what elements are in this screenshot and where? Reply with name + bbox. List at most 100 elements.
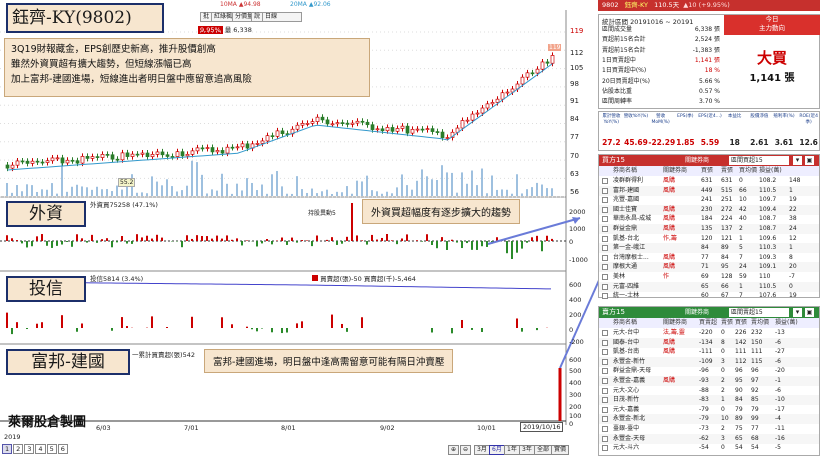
table-row[interactable]: 群益金鼎-天母 -96 0 96 96 -20 xyxy=(599,366,819,376)
column-header[interactable]: 買張 xyxy=(735,318,747,328)
tab[interactable]: 4 xyxy=(35,444,46,454)
table-row[interactable]: 美林 作 69 128 59 110 -7 xyxy=(599,272,819,282)
row-checkbox[interactable] xyxy=(602,378,608,384)
table-row[interactable]: 凱基-台南 風購 -111 0 111 111 -27 xyxy=(599,347,819,357)
row-checkbox[interactable] xyxy=(602,178,608,184)
table-row[interactable]: 國泰-台中 風購 -134 8 142 150 -6 xyxy=(599,337,819,348)
range-button[interactable]: 3月 xyxy=(474,445,490,455)
row-checkbox[interactable] xyxy=(602,197,608,204)
column-header[interactable]: 賣張 xyxy=(721,166,733,176)
table-cell: 449 xyxy=(701,186,713,194)
table-row[interactable]: 凱基-台北 作,籌 120 121 1 109.6 12 xyxy=(599,234,819,244)
chevron-down-icon[interactable]: ▾ xyxy=(793,308,802,317)
row-checkbox[interactable] xyxy=(602,406,608,413)
foreign-bar xyxy=(461,241,463,249)
row-checkbox[interactable] xyxy=(602,254,608,261)
table-row[interactable]: 國士佳寶 風購 230 272 42 109.4 22 xyxy=(599,204,819,215)
table-row[interactable]: 統一-士林 60 67 7 107.6 19 xyxy=(599,291,819,301)
table-row[interactable]: 凌群群得利 風購 631 631 0 108.2 148 xyxy=(599,176,819,186)
row-checkbox[interactable] xyxy=(602,358,608,365)
foreign-bar xyxy=(261,241,263,244)
table-row[interactable]: 元大-嘉義 -79 0 79 79 -17 xyxy=(599,405,819,415)
column-header[interactable]: 關鍵券商 xyxy=(663,166,687,176)
row-checkbox[interactable] xyxy=(602,387,608,394)
row-checkbox[interactable] xyxy=(602,206,608,213)
tab[interactable]: 5 xyxy=(46,444,57,454)
row-checkbox[interactable] xyxy=(602,349,608,356)
table-row[interactable]: 群益金鼎 風購 135 137 2 108.7 24 xyxy=(599,224,819,234)
column-header[interactable]: 買張 xyxy=(701,166,713,176)
volume-bar xyxy=(231,193,233,196)
row-checkbox[interactable] xyxy=(602,187,608,194)
column-header[interactable]: 賣均價 xyxy=(751,318,769,328)
table-row[interactable]: 台灣摩根士... 風購 77 84 7 109.3 8 xyxy=(599,253,819,263)
zoom-out-icon[interactable]: ⊖ xyxy=(460,445,472,455)
row-checkbox[interactable] xyxy=(602,445,608,452)
chevron-down-icon[interactable]: ▾ xyxy=(793,156,802,165)
row-checkbox[interactable] xyxy=(602,226,608,232)
row-checkbox[interactable] xyxy=(602,216,608,223)
buy-range-select[interactable]: 區間買超15 xyxy=(729,156,789,165)
table-cell: 永豐金-新北 xyxy=(613,415,646,423)
table-cell: 112 xyxy=(735,357,747,365)
range-button[interactable]: 3年 xyxy=(519,445,535,455)
table-row[interactable]: 摩根大通 風購 71 95 24 109.1 20 xyxy=(599,262,819,273)
row-checkbox[interactable] xyxy=(602,293,608,300)
column-header[interactable]: 賣張 xyxy=(721,318,733,328)
settings-icon[interactable]: ▣ xyxy=(805,156,814,165)
column-header[interactable]: 券商名稱 xyxy=(613,166,637,176)
column-header[interactable]: 損益(萬) xyxy=(775,318,798,328)
foreign-bar xyxy=(61,241,63,245)
table-row[interactable]: 富邦-建國 風購 449 515 66 110.5 1 xyxy=(599,185,819,196)
table-row[interactable]: 永豐金-新竹 -109 3 112 115 -6 xyxy=(599,356,819,367)
row-checkbox[interactable] xyxy=(602,235,608,242)
table-row[interactable]: 永豐金-新北 -79 10 89 99 -4 xyxy=(599,414,819,425)
row-checkbox[interactable] xyxy=(602,416,608,423)
row-checkbox[interactable] xyxy=(602,283,608,290)
column-header[interactable]: 券商名稱 xyxy=(613,318,637,328)
table-row[interactable]: 華南永昌-成城 風購 184 224 40 108.7 38 xyxy=(599,214,819,224)
row-checkbox[interactable] xyxy=(602,264,608,271)
range-button[interactable]: 實價 xyxy=(551,445,570,455)
sell-key-filter[interactable]: 關鍵券商 xyxy=(685,307,709,318)
tab[interactable]: 3 xyxy=(24,444,35,454)
row-checkbox[interactable] xyxy=(602,426,608,432)
column-header[interactable]: 損益(萬) xyxy=(759,166,782,176)
row-checkbox[interactable] xyxy=(602,368,608,375)
tab[interactable]: 2 xyxy=(13,444,24,454)
table-row[interactable]: 第一金-峨江 84 89 5 110.3 1 xyxy=(599,243,819,254)
tab[interactable]: 6 xyxy=(57,444,68,454)
table-row[interactable]: 元大-斗六 -54 0 54 54 -5 xyxy=(599,443,819,453)
column-header[interactable]: 買賣超 xyxy=(699,318,717,328)
range-button[interactable]: 1年 xyxy=(504,445,520,455)
zoom-in-icon[interactable]: ⊕ xyxy=(448,445,460,455)
row-checkbox[interactable] xyxy=(602,330,608,336)
table-row[interactable]: 永豐金-嘉義 風購 -93 2 95 97 -1 xyxy=(599,376,819,386)
table-row[interactable]: 臺銀-臺中 -73 2 75 77 -11 xyxy=(599,424,819,434)
column-header[interactable]: 關鍵券商 xyxy=(663,318,687,328)
tab[interactable]: 1 xyxy=(2,444,13,454)
foreign-bar xyxy=(426,234,428,241)
settings-icon[interactable]: ▣ xyxy=(805,308,814,317)
volume-bar xyxy=(411,189,413,196)
table-row[interactable]: 元大-台中 法,籌,靈 -220 0 226 232 -13 xyxy=(599,328,819,338)
volume-bar xyxy=(116,185,118,196)
row-checkbox[interactable] xyxy=(602,274,608,280)
column-header[interactable]: 買均價 xyxy=(739,166,757,176)
row-checkbox[interactable] xyxy=(602,245,608,252)
range-button[interactable]: 全部 xyxy=(534,445,553,455)
row-checkbox[interactable] xyxy=(602,339,608,346)
foreign-bar xyxy=(506,241,508,254)
table-row[interactable]: 永豐金-天母 -62 3 65 68 -16 xyxy=(599,433,819,444)
table-row[interactable]: 元富-四維 65 66 1 110.5 0 xyxy=(599,281,819,292)
trust-bar xyxy=(451,328,453,334)
table-row[interactable]: 兆豐-嘉國 241 251 10 109.7 19 xyxy=(599,195,819,205)
candle-body xyxy=(145,152,150,158)
sell-range-select[interactable]: 區間賣超15 xyxy=(729,308,789,317)
range-button[interactable]: 6月 xyxy=(489,445,505,455)
row-checkbox[interactable] xyxy=(602,397,608,404)
buy-key-filter[interactable]: 關鍵券商 xyxy=(685,155,709,166)
table-row[interactable]: 日茂-新竹 -83 1 84 85 -10 xyxy=(599,395,819,406)
row-checkbox[interactable] xyxy=(602,435,608,442)
table-row[interactable]: 元大-文心 -88 2 90 92 -6 xyxy=(599,386,819,396)
